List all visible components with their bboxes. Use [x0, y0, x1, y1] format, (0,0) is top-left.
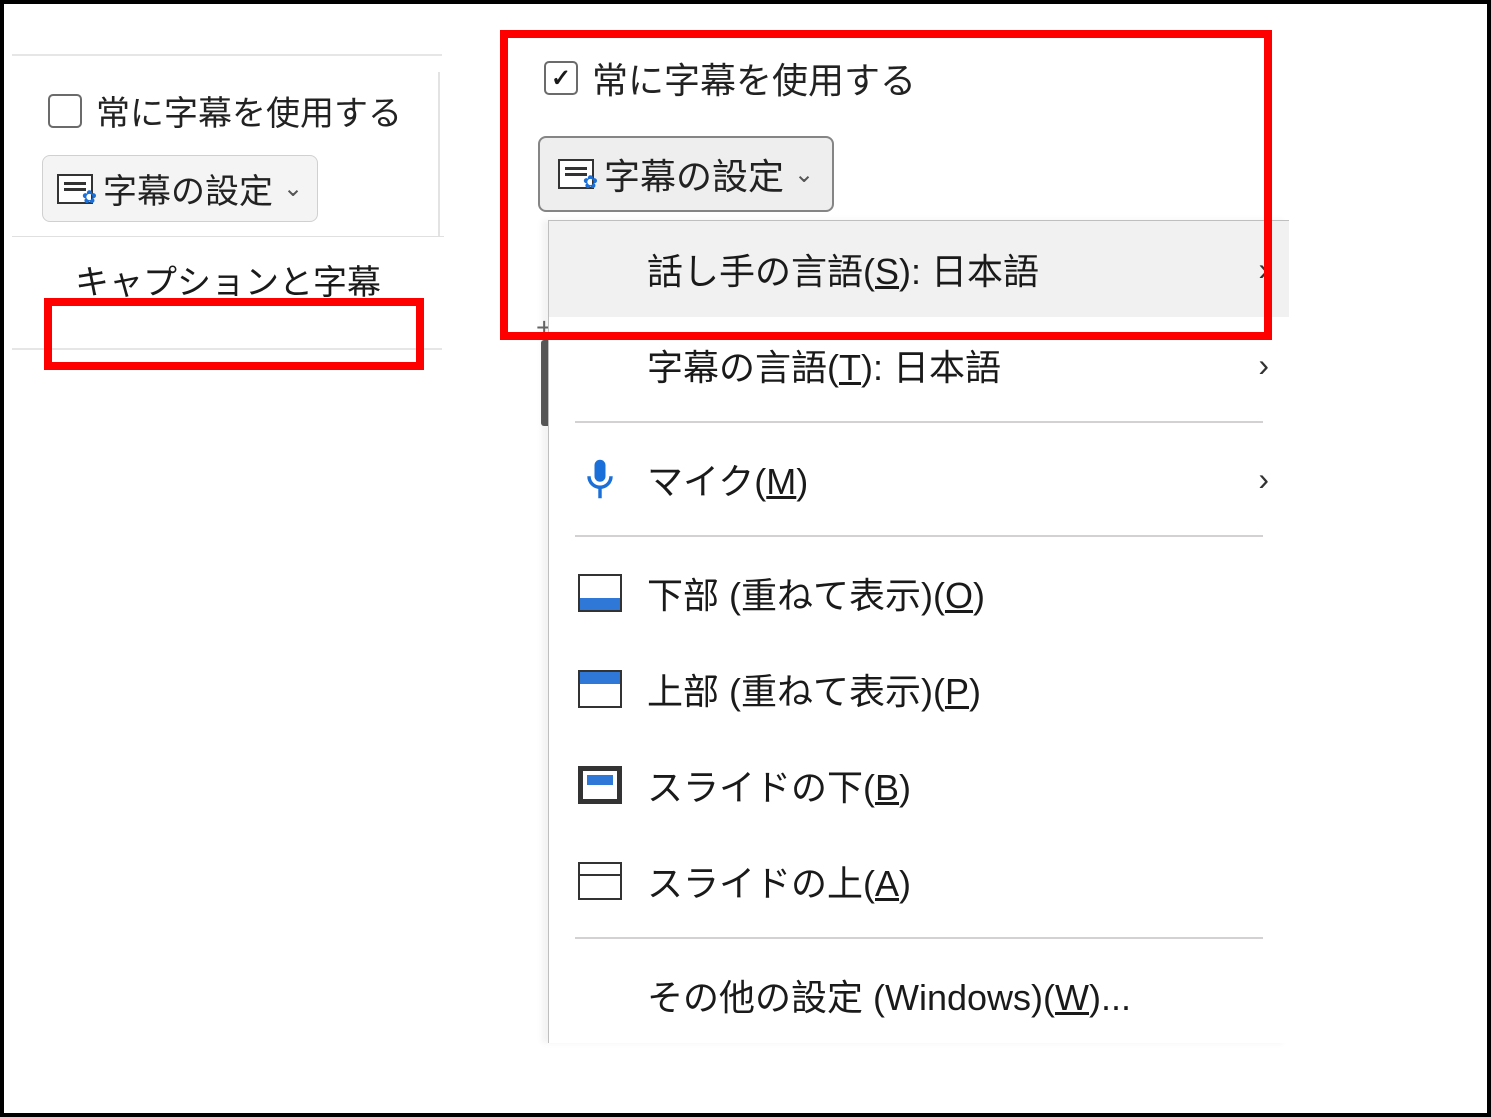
- menu-top-overlay-label: 上部 (重ねて表示)(P): [647, 663, 981, 715]
- always-use-subtitles-label: 常に字幕を使用する: [96, 86, 402, 135]
- subtitle-settings-icon: [57, 174, 93, 204]
- always-use-subtitles-row-right[interactable]: 常に字幕を使用する: [524, 40, 1284, 116]
- always-use-subtitles-label-right: 常に字幕を使用する: [592, 52, 916, 104]
- menu-subtitle-language[interactable]: 字幕の言語(T): 日本語 ›: [549, 317, 1289, 413]
- menu-subtitle-language-label: 字幕の言語(T): 日本語: [647, 339, 1001, 391]
- position-top-overlay-icon: [578, 670, 622, 708]
- menu-other-settings-label: その他の設定 (Windows)(W)...: [647, 969, 1131, 1021]
- ribbon-group-title: キャプションと字幕: [18, 243, 438, 316]
- microphone-icon: [577, 459, 623, 499]
- subtitle-settings-menu: 話し手の言語(S): 日本語 › 字幕の言語(T): 日本語 › マイク(M: [548, 220, 1289, 1043]
- position-bottom-overlay-icon: [578, 574, 622, 612]
- menu-below-slide[interactable]: スライドの下(B): [549, 737, 1289, 833]
- subtitle-settings-icon: [558, 159, 594, 189]
- position-below-slide-icon: [578, 766, 622, 804]
- chevron-down-icon: ⌄: [794, 160, 814, 189]
- menu-above-slide[interactable]: スライドの上(A): [549, 833, 1289, 929]
- menu-separator: [575, 535, 1263, 537]
- menu-microphone[interactable]: マイク(M) ›: [549, 431, 1289, 527]
- ribbon-group-captions-expanded: 常に字幕を使用する 字幕の設定 ⌄: [524, 40, 1284, 212]
- always-use-subtitles-checkbox-checked[interactable]: [544, 61, 578, 95]
- empty-icon: [577, 345, 623, 385]
- subtitle-settings-button[interactable]: 字幕の設定 ⌄: [42, 155, 318, 222]
- menu-above-slide-label: スライドの上(A): [647, 855, 911, 907]
- menu-separator: [575, 421, 1263, 423]
- subtitle-settings-label-right: 字幕の設定: [604, 148, 784, 200]
- menu-microphone-label: マイク(M): [647, 453, 808, 505]
- canvas: 常に字幕を使用する 字幕の設定 ⌄ キャプションと字幕 常に字幕を使用する 字幕…: [0, 0, 1491, 1117]
- subtitle-settings-button-active[interactable]: 字幕の設定 ⌄: [538, 136, 834, 212]
- subtitle-settings-label: 字幕の設定: [103, 164, 273, 213]
- chevron-right-icon: ›: [1258, 347, 1269, 384]
- ribbon-group-captions: 常に字幕を使用する 字幕の設定 ⌄ キャプションと字幕: [12, 64, 444, 322]
- divider: [12, 348, 442, 350]
- always-use-subtitles-row[interactable]: 常に字幕を使用する: [42, 74, 428, 147]
- chevron-right-icon: ›: [1258, 461, 1269, 498]
- menu-other-settings[interactable]: その他の設定 (Windows)(W)...: [549, 947, 1289, 1043]
- menu-spoken-language-label: 話し手の言語(S): 日本語: [647, 243, 1039, 295]
- menu-spoken-language[interactable]: 話し手の言語(S): 日本語 ›: [549, 221, 1289, 317]
- position-above-slide-icon: [578, 862, 622, 900]
- ribbon-group-title-wrap: キャプションと字幕: [12, 236, 444, 322]
- always-use-subtitles-checkbox[interactable]: [48, 94, 82, 128]
- divider: [12, 54, 442, 56]
- menu-separator: [575, 937, 1263, 939]
- menu-bottom-overlay[interactable]: 下部 (重ねて表示)(O): [549, 545, 1289, 641]
- menu-below-slide-label: スライドの下(B): [647, 759, 911, 811]
- empty-icon: [577, 975, 623, 1015]
- empty-icon: [577, 249, 623, 289]
- menu-top-overlay[interactable]: 上部 (重ねて表示)(P): [549, 641, 1289, 737]
- menu-bottom-overlay-label: 下部 (重ねて表示)(O): [647, 567, 985, 619]
- chevron-right-icon: ›: [1258, 251, 1269, 288]
- chevron-down-icon: ⌄: [283, 174, 303, 203]
